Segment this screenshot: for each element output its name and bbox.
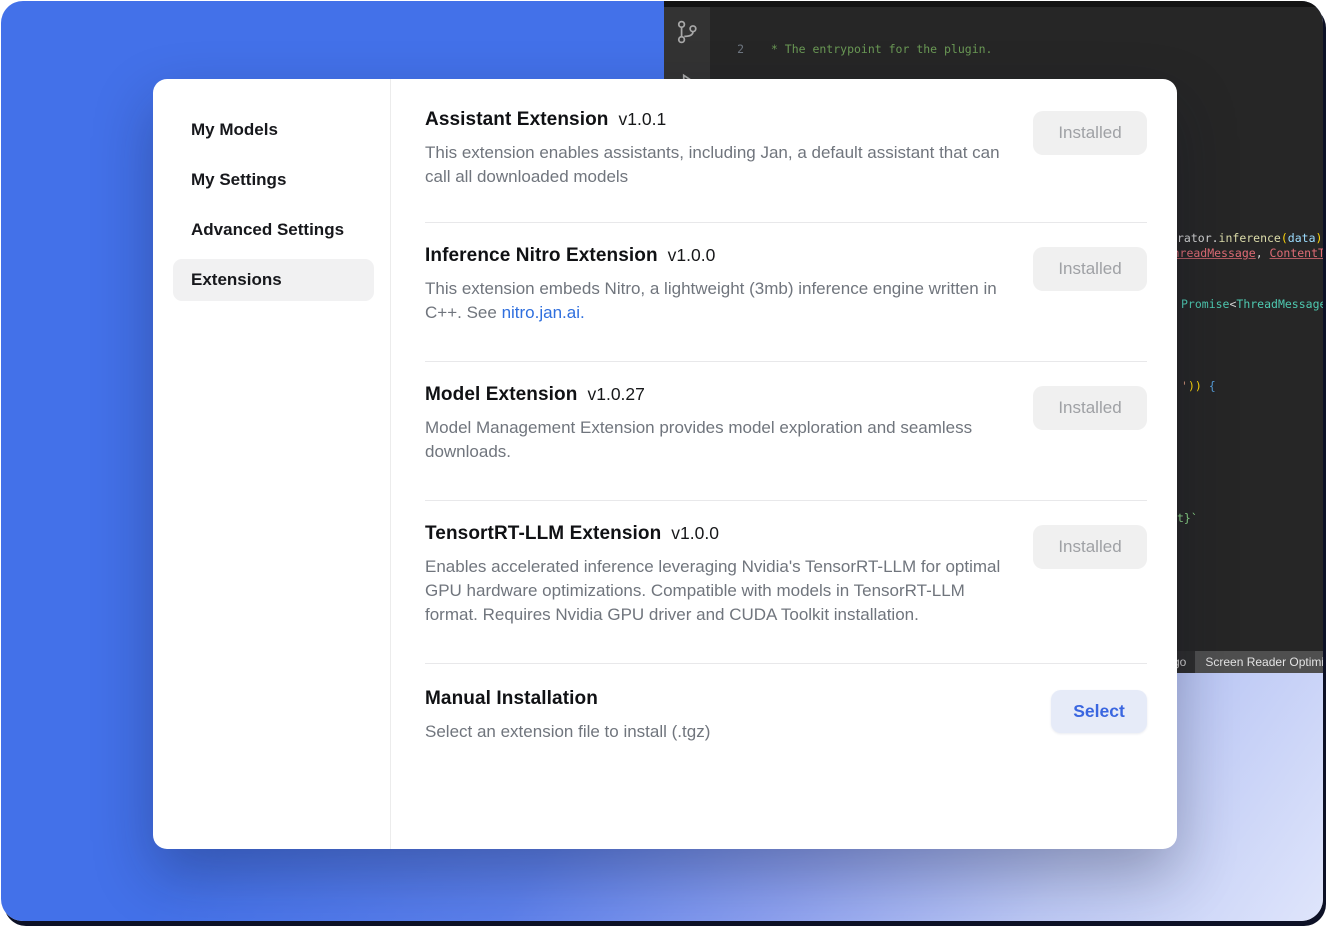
extension-row-assistant: Assistant Extension v1.0.1 This extensio… (425, 109, 1147, 223)
extension-name: Model Extension (425, 384, 577, 406)
app-window: 2 * The entrypoint for the plugin. 3 */ … (1, 1, 1323, 921)
code-text: * The entrypoint for the plugin. (764, 41, 992, 58)
manual-installation-description: Select an extension file to install (.tg… (425, 720, 1005, 744)
installed-button[interactable]: Installed (1033, 111, 1147, 155)
manual-installation-row: Manual Installation Select an extension … (425, 664, 1147, 744)
settings-sidebar: My Models My Settings Advanced Settings … (153, 79, 391, 849)
extension-description: Enables accelerated inference leveraging… (425, 555, 1005, 627)
extension-row-nitro: Inference Nitro Extension v1.0.0 This ex… (425, 223, 1147, 362)
settings-modal: My Models My Settings Advanced Settings … (153, 79, 1177, 849)
sidebar-item-my-settings[interactable]: My Settings (173, 159, 374, 201)
manual-installation-title: Manual Installation (425, 688, 1005, 710)
code-fragment: Promise<ThreadMessage> (1181, 297, 1323, 311)
manual-installation-info: Manual Installation Select an extension … (425, 688, 1005, 744)
extension-info: Model Extension v1.0.27 Model Management… (425, 384, 1005, 464)
extension-version: v1.0.1 (619, 109, 667, 130)
code-line: 2 * The entrypoint for the plugin. (710, 41, 1323, 58)
sidebar-item-my-models[interactable]: My Models (173, 109, 374, 151)
extension-title: Model Extension v1.0.27 (425, 384, 1005, 406)
extension-description: This extension enables assistants, inclu… (425, 141, 1005, 189)
extension-title: TensortRT-LLM Extension v1.0.0 (425, 523, 1005, 545)
extension-info: Inference Nitro Extension v1.0.0 This ex… (425, 245, 1005, 325)
extension-version: v1.0.0 (671, 523, 719, 544)
sidebar-item-extensions[interactable]: Extensions (173, 259, 374, 301)
sidebar-item-advanced-settings[interactable]: Advanced Settings (173, 209, 374, 251)
extension-version: v1.0.0 (668, 245, 716, 266)
extension-title: Inference Nitro Extension v1.0.0 (425, 245, 1005, 267)
extension-name: TensortRT-LLM Extension (425, 523, 661, 545)
select-file-button[interactable]: Select (1051, 690, 1147, 733)
extension-name: Assistant Extension (425, 109, 609, 131)
line-number: 2 (710, 41, 744, 58)
extension-title: Assistant Extension v1.0.1 (425, 109, 1005, 131)
extension-row-tensorrt: TensortRT-LLM Extension v1.0.0 Enables a… (425, 501, 1147, 664)
extension-version: v1.0.27 (587, 384, 644, 405)
installed-button[interactable]: Installed (1033, 525, 1147, 569)
extension-description: This extension embeds Nitro, a lightweig… (425, 277, 1005, 325)
nitro-jan-ai-link[interactable]: nitro.jan.ai. (502, 303, 585, 322)
code-fragment: rator.inference(data)); (1177, 231, 1323, 245)
extension-row-model: Model Extension v1.0.27 Model Management… (425, 362, 1147, 501)
extensions-panel: Assistant Extension v1.0.1 This extensio… (391, 79, 1177, 849)
extension-description: Model Management Extension provides mode… (425, 416, 1005, 464)
extension-info: TensortRT-LLM Extension v1.0.0 Enables a… (425, 523, 1005, 627)
code-fragment: t}` (1177, 511, 1198, 525)
installed-button[interactable]: Installed (1033, 247, 1147, 291)
extension-name: Inference Nitro Extension (425, 245, 658, 267)
screen-reader-status[interactable]: Screen Reader Optimize (1195, 651, 1323, 673)
extension-info: Assistant Extension v1.0.1 This extensio… (425, 109, 1005, 189)
code-fragment: ')) { (1181, 379, 1216, 393)
installed-button[interactable]: Installed (1033, 386, 1147, 430)
section-name: Manual Installation (425, 688, 598, 710)
source-control-icon[interactable] (674, 19, 700, 45)
